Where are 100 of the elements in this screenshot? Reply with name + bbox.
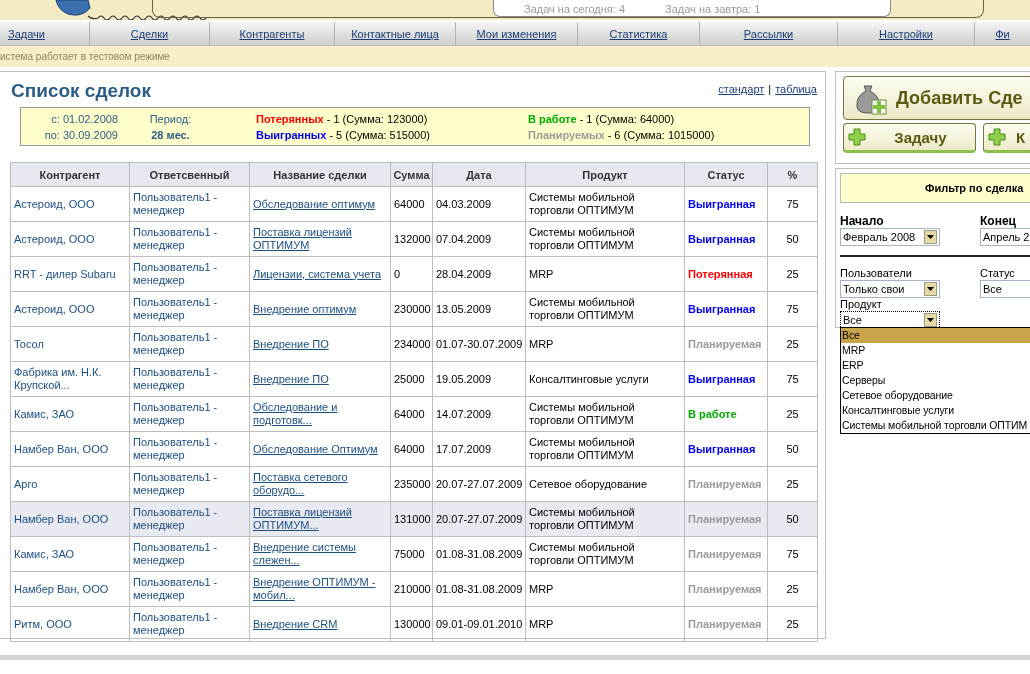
select-field[interactable]: Только свои (840, 280, 940, 298)
status-cell: Планируемая (684, 466, 768, 502)
nav-link[interactable]: Задачи (8, 27, 45, 40)
field-label: Конец (980, 215, 1017, 228)
table-cell: 130000 (390, 606, 433, 642)
tasks-tomorrow: Задач на завтра: 1 (665, 3, 761, 16)
status-cell: Планируемая (684, 501, 768, 537)
status-cell: Планируемая (684, 536, 768, 572)
nav-link[interactable]: Сделки (130, 27, 169, 40)
nav-link[interactable]: Настройки (879, 27, 933, 40)
plus-icon (988, 128, 1006, 146)
tasks-today: Задач на сегодня: 4 (524, 3, 626, 16)
status-cell: Выигранная (684, 186, 768, 222)
table-cell: 01.07-30.07.2009 (432, 326, 526, 362)
column-header[interactable]: % (767, 162, 818, 187)
table-cell: 28.04.2009 (432, 256, 526, 292)
column-header[interactable]: Ответсвенный (129, 162, 250, 187)
table-cell: 64000 (390, 431, 433, 467)
table-cell: 75000 (390, 536, 433, 572)
field-label: Начало (840, 215, 885, 228)
dropdown-option[interactable]: Серверы (841, 373, 1030, 388)
table-cell: Сетевое оборудование (525, 466, 685, 502)
table-cell: 07.04.2009 (432, 221, 526, 257)
table-cell: Системы мобильной торговли ОПТИМУМ (525, 536, 685, 572)
table-cell: 25 (767, 326, 818, 362)
table-cell: 132000 (390, 221, 433, 257)
table-cell: 01.08-31.08.2009 (432, 536, 526, 572)
field-label: Статус (980, 267, 1016, 280)
select-field[interactable]: Апрель 2 (980, 228, 1030, 246)
table-cell: 19.05.2009 (432, 361, 526, 397)
table-cell: MRP (525, 606, 685, 642)
table-cell: 25000 (390, 361, 433, 397)
dropdown-option[interactable]: ERP (841, 358, 1030, 373)
period-value: 28 мес. (150, 127, 191, 143)
status-cell: Потерянная (684, 256, 768, 292)
dropdown-option[interactable]: Консалтинговые услуги (841, 403, 1030, 418)
table-cell: 01.08-31.08.2009 (432, 571, 526, 607)
stat-line: В работе - 1 (Сумма: 64000) (528, 111, 676, 127)
notice-text: истема работает в тестовом режиме (0, 51, 170, 62)
table-cell: 09.01-09.01.2010 (432, 606, 526, 642)
table-cell: Системы мобильной торговли ОПТИМУМ (525, 186, 685, 222)
quick-add-button[interactable]: К (983, 123, 1030, 153)
table-cell: 235000 (390, 466, 433, 502)
nav-link[interactable]: Контактные лица (351, 27, 439, 40)
column-header[interactable]: Статус (684, 162, 768, 187)
date-from: с: 01.02.2008 (50, 111, 118, 127)
dropdown-option[interactable]: MRP (841, 343, 1030, 358)
table-cell: 14.07.2009 (432, 396, 526, 432)
table-cell: Системы мобильной торговли ОПТИМУМ (525, 291, 685, 327)
add-deal-button[interactable]: Добавить Сде (843, 76, 1030, 120)
status-cell: Выигранная (684, 431, 768, 467)
table-cell: Системы мобильной торговли ОПТИМУМ (525, 396, 685, 432)
table-cell: 75 (767, 291, 818, 327)
select-field[interactable]: Февраль 2008 (840, 228, 940, 246)
dropdown-option[interactable]: Все (841, 328, 1030, 343)
caret-icon (926, 317, 935, 323)
table-cell: 230000 (390, 291, 433, 327)
stat-line: Потерянных - 1 (Сумма: 123000) (256, 111, 429, 127)
table-cell: 25 (767, 256, 818, 292)
table-cell: 234000 (390, 326, 433, 362)
view-link[interactable]: таблица (775, 83, 817, 95)
table-cell: 50 (767, 221, 818, 257)
table-cell: Системы мобильной торговли ОПТИМУМ (525, 501, 685, 537)
nav-link[interactable]: Рассылки (743, 27, 794, 40)
table-cell: Системы мобильной торговли ОПТИМУМ (525, 221, 685, 257)
nav-link[interactable]: Статистика (609, 27, 668, 40)
field-label: Продукт (840, 298, 883, 311)
field-label: Пользователи (840, 267, 913, 280)
page-title: Список сделок (11, 80, 151, 102)
table-cell: 25 (767, 466, 818, 502)
dropdown-option[interactable]: Системы мобильной торговли ОПТИМ (841, 418, 1030, 433)
filter-title: Фильтр по сделка (925, 182, 1024, 194)
dropdown-option[interactable]: Сетевое оборудование (841, 388, 1030, 403)
table-cell: 04.03.2009 (432, 186, 526, 222)
table-cell: 25 (767, 396, 818, 432)
view-link[interactable]: стандарт (718, 83, 765, 95)
table-cell: Системы мобильной торговли ОПТИМУМ (525, 431, 685, 467)
table-cell: 210000 (390, 571, 433, 607)
table-cell: 75 (767, 536, 818, 572)
table-cell: MRP (525, 326, 685, 362)
caret-icon (926, 286, 935, 292)
separator-text: | (768, 83, 772, 95)
period-label: Период: (148, 111, 193, 127)
table-cell: MRP (525, 571, 685, 607)
quick-add-button[interactable]: Задачу (843, 123, 976, 153)
column-header[interactable]: Сумма (390, 162, 433, 187)
date-to: по: 30.09.2009 (43, 127, 118, 143)
nav-link[interactable]: Контрагенты (239, 27, 305, 40)
nav-link[interactable]: Мои изменения (476, 27, 557, 40)
column-header[interactable]: Дата (432, 162, 526, 187)
column-header[interactable]: Продукт (525, 162, 685, 187)
table-cell: Консалтинговые услуги (525, 361, 685, 397)
status-cell: Планируемая (684, 606, 768, 642)
table-cell: 25 (767, 606, 818, 642)
column-header[interactable]: Контрагент (10, 162, 130, 187)
nav-link[interactable]: Фи (995, 27, 1010, 40)
status-cell: Выигранная (684, 361, 768, 397)
status-cell: В работе (684, 396, 768, 432)
select-field[interactable]: Все (980, 280, 1030, 298)
column-header[interactable]: Название сделки (249, 162, 391, 187)
